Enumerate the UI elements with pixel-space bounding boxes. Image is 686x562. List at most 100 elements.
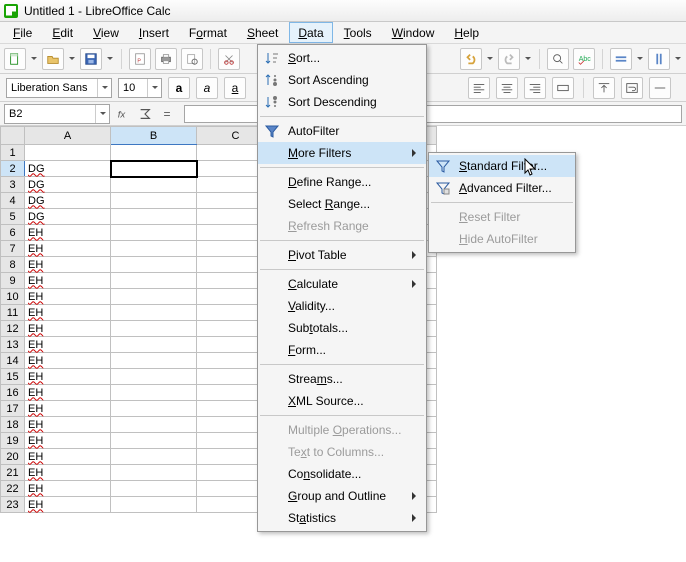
cell[interactable]: EH (25, 465, 111, 481)
cell[interactable]: EH (25, 417, 111, 433)
menu-select-range[interactable]: Select Range... (258, 193, 426, 215)
row-header[interactable]: 20 (1, 449, 25, 465)
cell[interactable]: EH (25, 257, 111, 273)
cell[interactable] (111, 353, 197, 369)
italic-button[interactable]: a (196, 77, 218, 99)
menu-autofilter[interactable]: AutoFilter (258, 120, 426, 142)
menu-sort-descending[interactable]: Sort Descending (258, 91, 426, 113)
menu-validity[interactable]: Validity... (258, 295, 426, 317)
row-button[interactable] (610, 48, 632, 70)
row-header[interactable]: 9 (1, 273, 25, 289)
cell[interactable]: DG (25, 161, 111, 177)
cell[interactable]: EH (25, 241, 111, 257)
cell[interactable] (111, 193, 197, 209)
menu-more-filters[interactable]: More Filters (258, 142, 426, 164)
row-dropdown[interactable] (636, 48, 644, 70)
row-header[interactable]: 1 (1, 145, 25, 161)
row-header[interactable]: 8 (1, 257, 25, 273)
align-left-button[interactable] (468, 77, 490, 99)
open-button[interactable] (42, 48, 64, 70)
font-size-dropdown[interactable] (147, 79, 161, 97)
print-button[interactable] (155, 48, 177, 70)
row-header[interactable]: 6 (1, 225, 25, 241)
font-size-input[interactable] (119, 79, 147, 97)
cell[interactable] (111, 465, 197, 481)
menu-streams[interactable]: Streams... (258, 368, 426, 390)
cell[interactable] (111, 273, 197, 289)
menu-statistics[interactable]: Statistics (258, 507, 426, 529)
function-button[interactable]: = (158, 105, 176, 123)
cell[interactable]: EH (25, 497, 111, 513)
name-box[interactable] (4, 104, 110, 124)
cell[interactable]: EH (25, 353, 111, 369)
font-name-input[interactable] (7, 79, 97, 97)
new-doc-button[interactable] (4, 48, 26, 70)
cell[interactable] (111, 225, 197, 241)
col-header-B[interactable]: B (111, 127, 197, 145)
row-header[interactable]: 4 (1, 193, 25, 209)
bold-button[interactable]: a (168, 77, 190, 99)
menu-file[interactable]: File (4, 22, 41, 43)
row-header[interactable]: 7 (1, 241, 25, 257)
menu-insert[interactable]: Insert (130, 22, 178, 43)
align-right-button[interactable] (524, 77, 546, 99)
cell[interactable] (111, 145, 197, 161)
cell[interactable]: DG (25, 177, 111, 193)
save-button[interactable] (80, 48, 102, 70)
menu-subtotals[interactable]: Subtotals... (258, 317, 426, 339)
function-wizard-button[interactable]: fx (114, 105, 132, 123)
cell[interactable]: EH (25, 337, 111, 353)
row-header[interactable]: 15 (1, 369, 25, 385)
row-header[interactable]: 13 (1, 337, 25, 353)
menu-xml-source[interactable]: XML Source... (258, 390, 426, 412)
menu-help[interactable]: Help (445, 22, 488, 43)
menu-define-range[interactable]: Define Range... (258, 171, 426, 193)
cell[interactable]: EH (25, 369, 111, 385)
menu-format[interactable]: Format (180, 22, 236, 43)
menu-edit[interactable]: Edit (43, 22, 82, 43)
submenu-advanced-filter[interactable]: Advanced Filter... (429, 177, 575, 199)
print-preview-button[interactable] (181, 48, 203, 70)
row-header[interactable]: 17 (1, 401, 25, 417)
row-header[interactable]: 22 (1, 481, 25, 497)
col-header-A[interactable]: A (25, 127, 111, 145)
font-size-combo[interactable] (118, 78, 162, 98)
font-name-dropdown[interactable] (97, 79, 111, 97)
cell[interactable]: DG (25, 193, 111, 209)
menu-calculate[interactable]: Calculate (258, 273, 426, 295)
row-header[interactable]: 21 (1, 465, 25, 481)
spellcheck-button[interactable]: Abc (573, 48, 595, 70)
valign-top-button[interactable] (593, 77, 615, 99)
cell[interactable]: EH (25, 449, 111, 465)
cell[interactable] (111, 369, 197, 385)
row-header[interactable]: 18 (1, 417, 25, 433)
valign-middle-button[interactable] (649, 77, 671, 99)
underline-button[interactable]: a (224, 77, 246, 99)
select-all-corner[interactable] (1, 127, 25, 145)
cell[interactable]: EH (25, 385, 111, 401)
menu-group-outline[interactable]: Group and Outline (258, 485, 426, 507)
menu-pivot-table[interactable]: Pivot Table (258, 244, 426, 266)
cell[interactable] (111, 481, 197, 497)
cell[interactable]: EH (25, 305, 111, 321)
menu-sort-ascending[interactable]: Sort Ascending (258, 69, 426, 91)
menu-sheet[interactable]: Sheet (238, 22, 287, 43)
row-header[interactable]: 2 (1, 161, 25, 177)
row-header[interactable]: 16 (1, 385, 25, 401)
cell[interactable] (111, 385, 197, 401)
row-header[interactable]: 11 (1, 305, 25, 321)
menu-tools[interactable]: Tools (335, 22, 381, 43)
cell[interactable]: DG (25, 209, 111, 225)
cell[interactable] (111, 257, 197, 273)
row-header[interactable]: 5 (1, 209, 25, 225)
save-dropdown[interactable] (106, 48, 114, 70)
submenu-standard-filter[interactable]: Standard Filter... (429, 155, 575, 177)
redo-button[interactable] (498, 48, 520, 70)
cell[interactable] (111, 321, 197, 337)
cell[interactable] (111, 337, 197, 353)
cell[interactable]: EH (25, 273, 111, 289)
cell[interactable] (111, 449, 197, 465)
name-box-dropdown[interactable] (95, 105, 109, 123)
menu-consolidate[interactable]: Consolidate... (258, 463, 426, 485)
cell[interactable] (111, 177, 197, 193)
